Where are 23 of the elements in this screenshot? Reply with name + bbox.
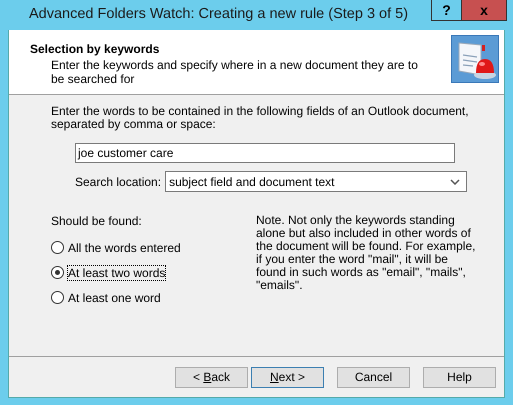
note-text: Note. Not only the keywords standing alone but also included in other words of the document will be found. For example, if you enter the word "mail", it will be found in such words as "email", "mails", "emails". (256, 214, 476, 294)
dialog-button[interactable]: Next > (251, 366, 324, 388)
dialog-button[interactable]: Help (423, 366, 496, 388)
radio-button[interactable] (51, 241, 64, 254)
step-title: Selection by keywords (30, 42, 160, 56)
keywords-field[interactable]: joe customer care (75, 143, 455, 163)
search-location-dropdown[interactable]: subject field and document text (165, 171, 468, 192)
close-button[interactable]: x (461, 0, 507, 21)
help-button[interactable]: ? (431, 0, 462, 21)
should-be-found-label: Should be found: (51, 214, 143, 228)
chevron-down-icon (450, 178, 460, 184)
radio-label[interactable]: At least one word (68, 290, 161, 304)
radio-button[interactable] (51, 291, 64, 304)
radio-label[interactable]: All the words entered (68, 240, 181, 254)
dialog-button[interactable]: < Back (175, 366, 248, 388)
instructions-text: Enter the words to be contained in the following fields of an Outlook document, separated by comma or space: (51, 105, 470, 131)
window-title: Advanced Folders Watch: Creating a new rule (Step 3 of 5) (29, 6, 410, 22)
step-description: Enter the keywords and specify where in a new document they are to be searched for (51, 58, 419, 86)
dialog-button[interactable]: Cancel (337, 366, 410, 388)
radio-button[interactable] (51, 266, 64, 279)
search-location-label: Search location: (75, 174, 162, 188)
envelope-alarm-icon (451, 35, 499, 83)
radio-label[interactable]: At least two words (68, 266, 166, 280)
